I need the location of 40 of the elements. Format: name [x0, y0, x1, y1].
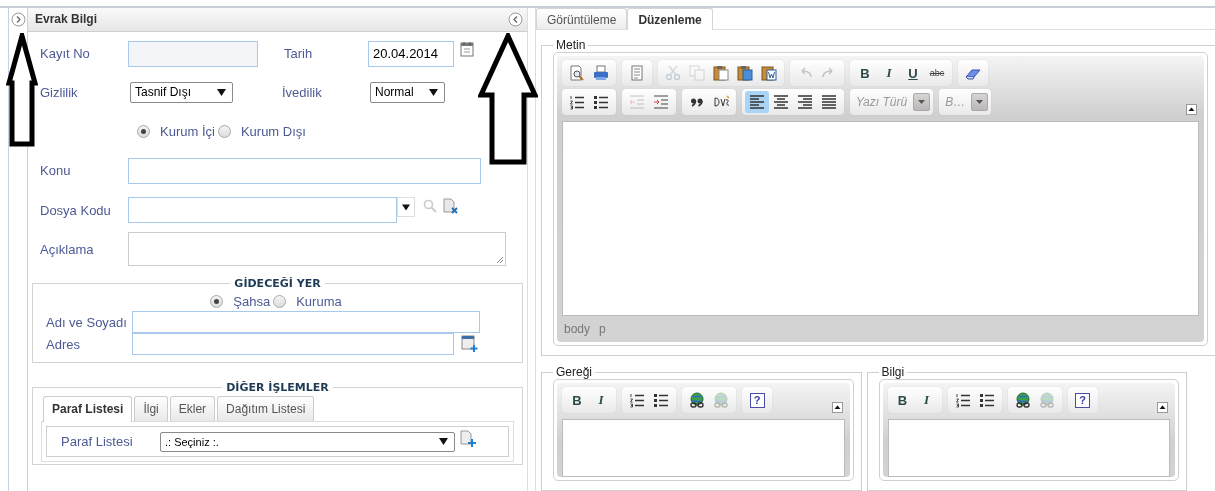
radio-label: Şahsa — [233, 293, 271, 309]
panel-title: Evrak Bilgi — [35, 12, 98, 26]
field-label: Tarih — [284, 46, 314, 61]
select-field[interactable]: Normal — [370, 81, 445, 103]
bold-button[interactable]: B — [853, 62, 877, 84]
field-label: Dosya Kodu — [40, 202, 112, 218]
select-field[interactable]: .: Seçiniz :. — [160, 431, 455, 452]
radio-label: Kurum İçi — [160, 123, 215, 139]
tab[interactable]: Görüntüleme — [536, 8, 628, 29]
field-label: Paraf Listesi — [61, 434, 134, 449]
help-button[interactable]: ? — [745, 389, 769, 411]
panel-title: Gereği — [555, 365, 594, 379]
bold-button[interactable]: B — [565, 389, 589, 411]
date-field[interactable]: 20.04.2014 — [368, 40, 454, 67]
field-label: Kayıt No — [40, 46, 91, 61]
tab[interactable]: Düzenleme — [627, 8, 713, 30]
field-label: Gizlilik — [40, 84, 79, 100]
field-label: Adres — [46, 336, 81, 352]
tab[interactable]: Paraf Listesi — [43, 396, 133, 422]
bold-button[interactable]: B — [890, 389, 915, 411]
field-label: Adı ve Soyadı — [46, 314, 128, 330]
italic-button[interactable]: I — [589, 389, 613, 411]
panel-title: Bilgi — [880, 365, 906, 379]
field-label: İvedilik — [282, 84, 323, 100]
italic-button[interactable]: I — [877, 62, 901, 84]
field-label: Konu — [40, 163, 72, 178]
underline-button[interactable]: U — [901, 62, 925, 84]
panel-title: Metin — [555, 38, 587, 52]
section-title: DİĞER İŞLEMLER — [225, 381, 330, 394]
tab[interactable]: İlgi — [134, 396, 168, 421]
section-title: GİDECEĞİ YER — [233, 277, 322, 290]
help-button[interactable]: ? — [1070, 389, 1095, 411]
italic-button[interactable]: I — [914, 389, 939, 411]
tab[interactable]: Ekler — [169, 396, 216, 421]
select-field[interactable]: Tasnif Dışı — [130, 81, 233, 103]
field-label: Açıklama — [40, 241, 95, 257]
radio-label: Kurum Dışı — [240, 123, 306, 139]
strike-button[interactable]: abc — [925, 62, 949, 84]
radio-label: Kuruma — [296, 293, 342, 309]
tab[interactable]: Dağıtım Listesi — [217, 396, 315, 421]
